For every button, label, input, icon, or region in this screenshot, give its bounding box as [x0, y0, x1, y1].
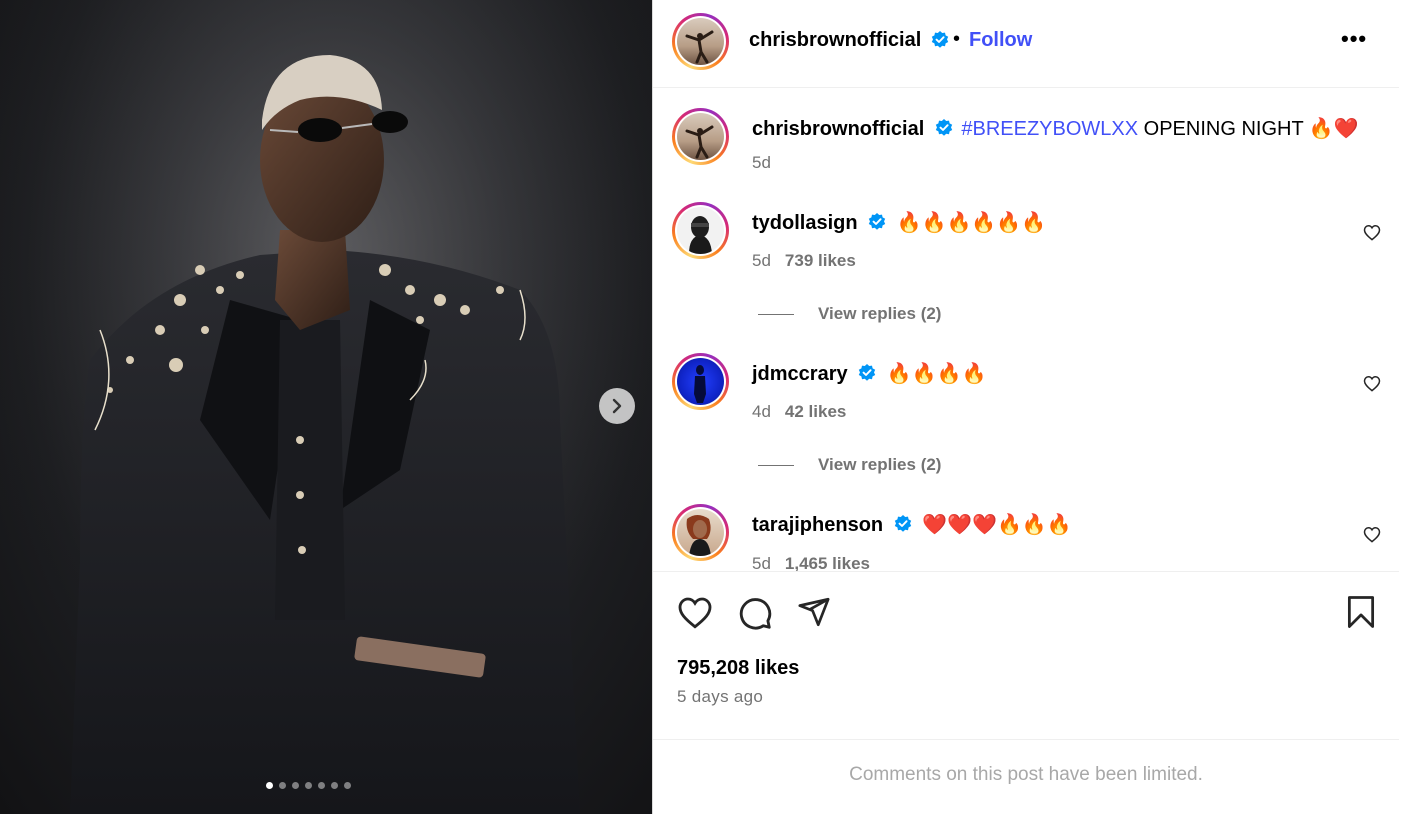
actions-divider	[653, 739, 1399, 740]
carousel-dot	[330, 782, 338, 789]
heart-icon[interactable]	[1363, 224, 1381, 241]
caption-username[interactable]: chrisbrownofficial	[752, 118, 924, 140]
comment-username[interactable]: jdmccrary	[752, 363, 848, 385]
post-time: 5 days ago	[677, 687, 764, 706]
verified-badge-icon	[935, 118, 953, 136]
comment-time: 5d	[752, 251, 771, 270]
author-username[interactable]: chrisbrownofficial	[749, 29, 921, 51]
verified-badge-icon	[931, 30, 948, 48]
comment-text: ❤️❤️❤️🔥🔥🔥	[922, 512, 1072, 536]
carousel-indicator	[0, 782, 634, 789]
comment-avatar[interactable]	[672, 504, 729, 561]
caption-hashtag[interactable]: #BREEZYBOWLXX	[961, 118, 1138, 140]
author-avatar[interactable]	[672, 13, 729, 70]
avatar-figure-icon	[686, 515, 711, 556]
avatar-figure-icon	[685, 30, 714, 64]
post-media[interactable]	[0, 0, 652, 814]
comment-icon[interactable]	[737, 595, 773, 631]
carousel-dot	[317, 782, 325, 789]
heart-icon[interactable]	[1363, 526, 1381, 543]
comment-username[interactable]: tarajiphenson	[752, 514, 883, 536]
caption-text: OPENING NIGHT	[1138, 118, 1309, 140]
more-options-button[interactable]: •••	[1341, 26, 1367, 52]
chevron-right-icon	[612, 398, 622, 414]
avatar-figure-icon	[689, 216, 712, 254]
verified-badge-icon	[894, 514, 911, 532]
like-heart-icon[interactable]	[677, 596, 713, 629]
comments-list[interactable]: chrisbrownofficial #BREEZYBOWLXX OPENING…	[653, 88, 1399, 571]
comment-likes[interactable]: 42 likes	[785, 402, 846, 421]
post-details-panel: chrisbrownofficial • Follow ••• chrisbro…	[653, 0, 1401, 814]
view-replies-button[interactable]: View replies (2)	[758, 304, 941, 324]
carousel-dot	[265, 782, 273, 789]
carousel-dot	[291, 782, 299, 789]
view-replies-label: View replies (2)	[818, 304, 942, 323]
comment-likes[interactable]: 1,465 likes	[785, 554, 870, 571]
caption-emojis: 🔥❤️	[1308, 116, 1359, 140]
share-icon[interactable]	[797, 595, 831, 629]
avatar-figure-icon	[685, 125, 714, 159]
heart-icon[interactable]	[1363, 375, 1381, 392]
avatar-figure-icon	[694, 365, 706, 403]
caption-time: 5d	[752, 153, 771, 173]
verified-badge-icon	[868, 212, 886, 230]
bookmark-icon[interactable]	[1346, 596, 1376, 628]
follow-button[interactable]: Follow	[969, 29, 1032, 52]
caption-timestamp: 5d	[752, 153, 771, 172]
post-photo	[0, 0, 652, 814]
view-replies-button[interactable]: View replies (2)	[758, 455, 941, 475]
comment-avatar[interactable]	[672, 353, 729, 410]
caption-avatar[interactable]	[672, 108, 729, 165]
carousel-next-button[interactable]	[599, 388, 635, 424]
carousel-dot	[343, 782, 351, 789]
view-replies-label: View replies (2)	[818, 455, 942, 474]
verified-badge-icon	[858, 363, 876, 381]
post-header: chrisbrownofficial • Follow •••	[653, 0, 1399, 88]
comment-text: 🔥🔥🔥🔥	[886, 361, 987, 385]
post-actions: 795,208 likes 5 days ago Comments on thi…	[653, 571, 1399, 815]
likes-count[interactable]: 795,208 likes	[677, 657, 799, 680]
comment-avatar[interactable]	[672, 202, 729, 259]
carousel-dot	[304, 782, 312, 789]
header-separator: •	[953, 28, 961, 50]
comment-time: 4d	[752, 402, 771, 421]
comment-text: 🔥🔥🔥🔥🔥🔥	[896, 210, 1047, 234]
comments-limited-notice: Comments on this post have been limited.	[849, 764, 1203, 785]
comment-likes[interactable]: 739 likes	[785, 251, 856, 270]
carousel-dot	[278, 782, 286, 789]
comment-time: 5d	[752, 554, 771, 571]
comment-username[interactable]: tydollasign	[752, 212, 858, 234]
